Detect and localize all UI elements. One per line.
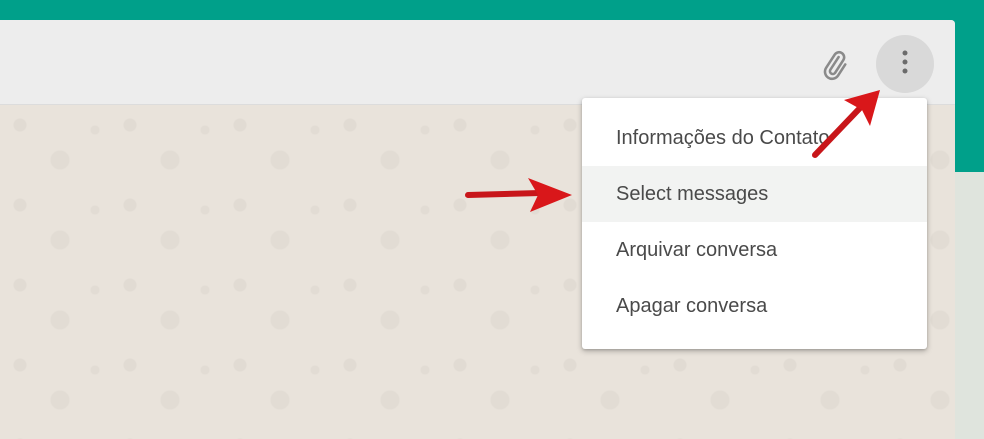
menu-item-select-messages[interactable]: Select messages [582,166,927,222]
menu-item-delete-chat[interactable]: Apagar conversa [582,278,927,334]
menu-item-archive-chat[interactable]: Arquivar conversa [582,222,927,278]
chat-header [0,20,955,105]
menu-button[interactable] [876,35,934,93]
attach-button[interactable] [812,46,856,90]
side-background [955,172,984,439]
paperclip-icon [817,49,851,88]
menu-item-contact-info[interactable]: Informações do Contato [582,110,927,166]
dropdown-menu: Informações do Contato Select messages A… [582,98,927,349]
three-dots-vertical-icon [900,49,910,80]
